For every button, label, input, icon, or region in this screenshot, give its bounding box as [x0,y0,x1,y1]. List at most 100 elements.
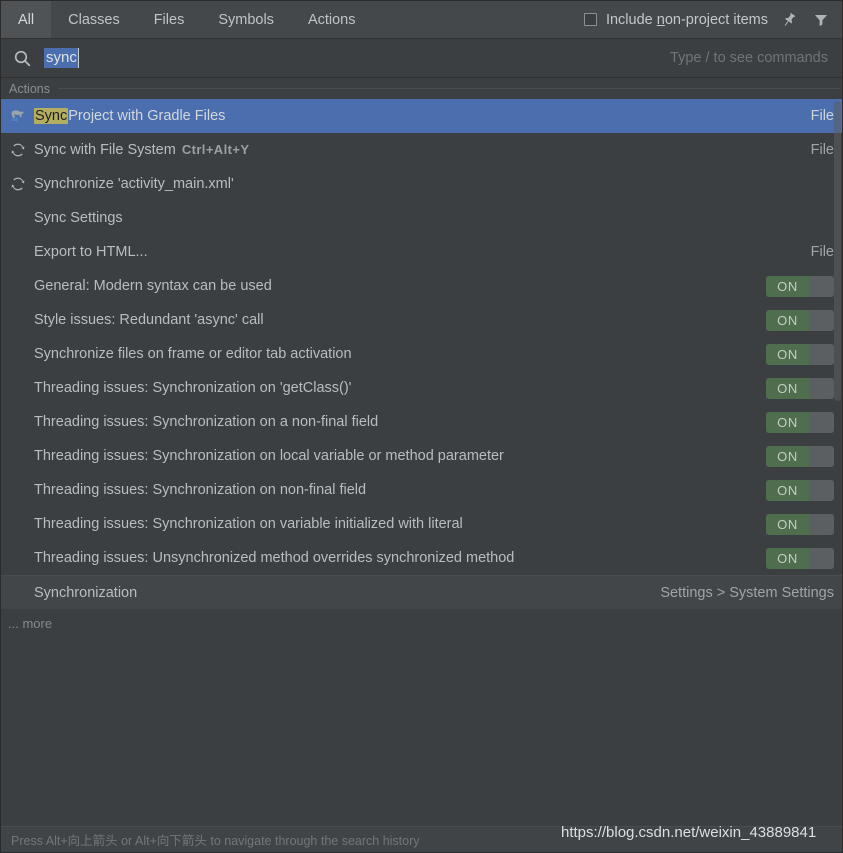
result-row[interactable]: Threading issues: Synchronization on non… [1,473,842,507]
tab-files[interactable]: Files [137,1,202,38]
include-non-project-items-label: Include non-project items [606,12,768,28]
result-row[interactable]: Export to HTML... File [1,235,842,269]
more-button[interactable]: ... more [1,609,842,637]
result-row[interactable]: Threading issues: Synchronization on loc… [1,439,842,473]
inspection-toggle[interactable]: ON [766,548,834,569]
label-mnemonic: n [657,12,665,28]
result-row[interactable]: Synchronize files on frame or editor tab… [1,337,842,371]
scrollbar-thumb[interactable] [834,101,841,401]
result-label: Style issues: Redundant 'async' call [34,312,264,328]
result-row[interactable]: Threading issues: Synchronization on a n… [1,405,842,439]
include-non-project-items-checkbox[interactable]: Include non-project items [584,12,768,28]
result-row[interactable]: Sync Project with Gradle Files File [1,99,842,133]
result-row-right: ON [766,310,834,331]
result-label-prefix: Threading issues: Unsynchronized method … [34,550,514,566]
section-header-label: Actions [9,82,50,96]
result-row[interactable]: Sync with File System Ctrl+Alt+Y File [1,133,842,167]
tab-classes[interactable]: Classes [51,1,137,38]
result-location: Settings > System Settings [660,585,834,601]
refresh-icon [9,141,31,159]
result-label-prefix: General: Modern syntax can be used [34,278,272,294]
search-input[interactable]: sync [44,48,79,68]
toggle-on-label: ON [766,548,809,569]
result-label-prefix: Synchronize files on frame or editor tab… [34,346,352,362]
result-label-prefix: Sync with File System [34,142,176,158]
section-header-actions: Actions [1,78,842,99]
inspection-toggle[interactable]: ON [766,310,834,331]
results-list[interactable]: Sync Project with Gradle FilesFileSync w… [1,99,842,609]
toggle-on-label: ON [766,446,809,467]
result-row[interactable]: Synchronize 'activity_main.xml' [1,167,842,201]
tab-all[interactable]: All [1,1,51,38]
inspection-toggle[interactable]: ON [766,276,834,297]
result-label: Threading issues: Synchronization on 'ge… [34,380,351,396]
toggle-on-label: ON [766,514,809,535]
result-row-right: ON [766,344,834,365]
inspection-toggle[interactable]: ON [766,344,834,365]
tab-actions[interactable]: Actions [291,1,373,38]
more-label: ... more [8,616,52,631]
result-label: General: Modern syntax can be used [34,278,272,294]
search-row: sync Type / to see commands [1,39,842,78]
result-label: Sync with File System Ctrl+Alt+Y [34,142,249,158]
status-hint: Press Alt+向上箭头 or Alt+向下箭头 to navigate t… [11,830,420,849]
pin-icon[interactable] [778,9,800,31]
result-row[interactable]: Style issues: Redundant 'async' call ON [1,303,842,337]
result-label-match: Sync [34,108,68,124]
filter-icon[interactable] [810,9,832,31]
toggle-on-label: ON [766,310,809,331]
result-row[interactable]: Threading issues: Synchronization on 'ge… [1,371,842,405]
empty-area [1,637,842,826]
result-label-prefix: Sync Settings [34,210,123,226]
tab-actions-label: Actions [308,12,356,28]
result-label: Sync Settings [34,210,123,226]
result-label-suffix: Project with Gradle Files [68,108,225,124]
toggle-on-label: ON [766,412,809,433]
result-label: Threading issues: Unsynchronized method … [34,550,514,566]
result-label-prefix: Threading issues: Synchronization on a n… [34,414,378,430]
search-hint: Type / to see commands [670,50,828,66]
result-label: Threading issues: Synchronization on var… [34,516,463,532]
toggle-on-label: ON [766,344,809,365]
result-label-prefix: Synchronization [34,585,137,601]
status-bar: Press Alt+向上箭头 or Alt+向下箭头 to navigate t… [1,826,842,852]
result-row[interactable]: General: Modern syntax can be used ON [1,269,842,303]
result-row-right: ON [766,480,834,501]
tab-classes-label: Classes [68,12,120,28]
search-everywhere-dialog: All Classes Files Symbols Actions Includ… [0,0,843,853]
result-row-right: ON [766,276,834,297]
tab-files-label: Files [154,12,185,28]
inspection-toggle[interactable]: ON [766,378,834,399]
result-label: Threading issues: Synchronization on non… [34,482,366,498]
result-label: Sync Project with Gradle Files [34,108,225,124]
result-row[interactable]: Sync Settings [1,201,842,235]
result-label-prefix: Threading issues: Synchronization on var… [34,516,463,532]
result-row-right: File [811,142,834,158]
inspection-toggle[interactable]: ON [766,446,834,467]
result-label-prefix: Threading issues: Synchronization on 'ge… [34,380,351,396]
inspection-toggle[interactable]: ON [766,412,834,433]
tab-bar-right-controls: Include non-project items [584,1,842,38]
toggle-on-label: ON [766,276,809,297]
result-row-right: ON [766,412,834,433]
result-label-prefix: Export to HTML... [34,244,148,260]
result-row-right: ON [766,378,834,399]
result-label: Export to HTML... [34,244,148,260]
toggle-on-label: ON [766,378,809,399]
result-row[interactable]: Threading issues: Synchronization on var… [1,507,842,541]
checkbox-box[interactable] [584,13,597,26]
inspection-toggle[interactable]: ON [766,514,834,535]
result-row[interactable]: Synchronization Settings > System Setting… [1,575,842,609]
result-row-right: ON [766,514,834,535]
result-shortcut: Ctrl+Alt+Y [182,142,250,157]
refresh-icon [9,175,31,193]
result-location: File [811,108,834,124]
result-row[interactable]: Threading issues: Unsynchronized method … [1,541,842,575]
result-location: File [811,244,834,260]
gradle-sync-icon [9,107,31,125]
vertical-scrollbar[interactable] [833,99,842,609]
result-label: Synchronize 'activity_main.xml' [34,176,234,192]
tab-bar: All Classes Files Symbols Actions Includ… [1,1,842,39]
inspection-toggle[interactable]: ON [766,480,834,501]
tab-symbols[interactable]: Symbols [201,1,291,38]
